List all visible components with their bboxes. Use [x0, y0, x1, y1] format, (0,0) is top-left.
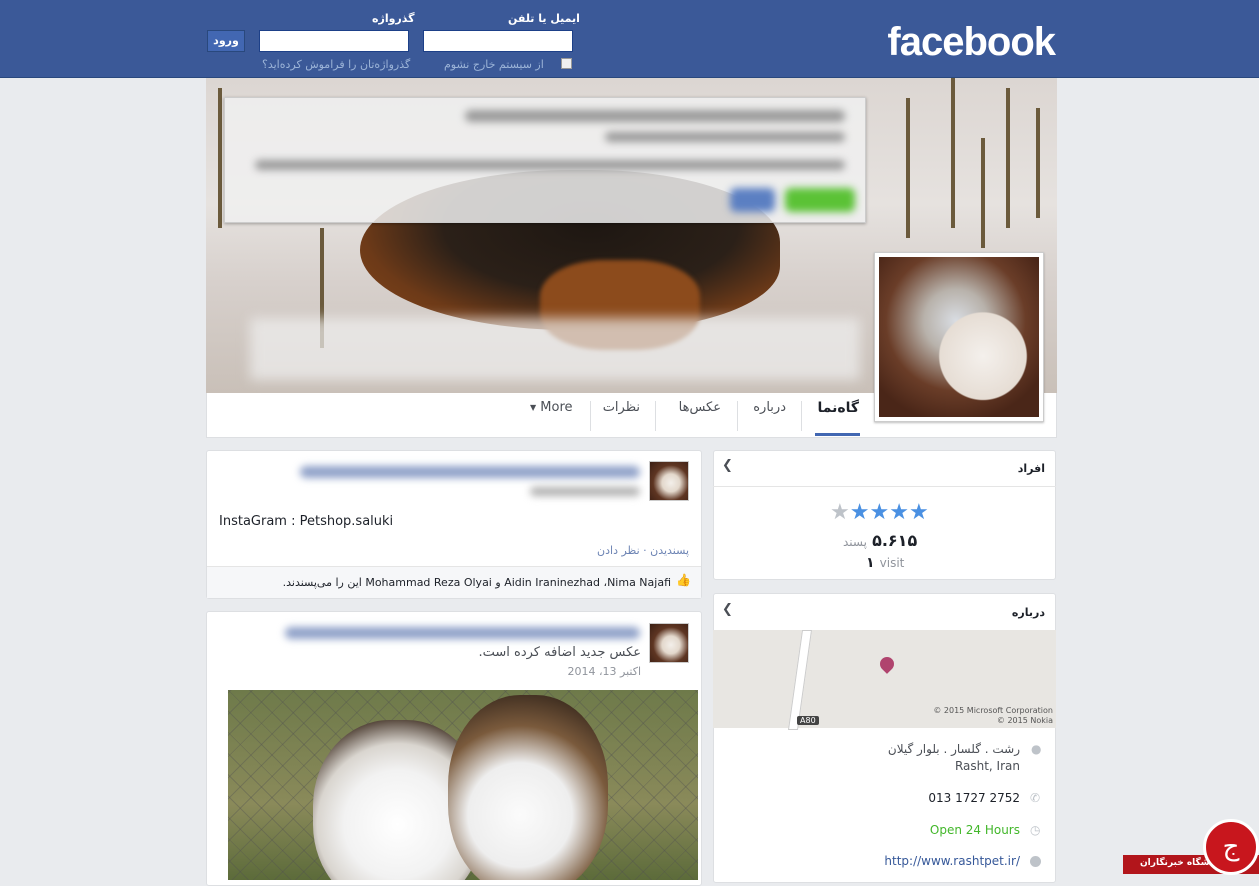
likes-label: پسند: [843, 535, 867, 549]
hours-text: Open 24 Hours: [929, 823, 1020, 837]
keep-logged-in-label: از سیستم خارج نشوم: [444, 58, 544, 71]
email-input[interactable]: [423, 30, 573, 52]
globe-icon: [1030, 856, 1041, 867]
password-input[interactable]: [259, 30, 409, 52]
tab-divider: [655, 401, 656, 431]
phone-icon: ✆: [1030, 791, 1041, 805]
post-action-text: عکس جدید اضافه کرده است.: [478, 645, 642, 660]
star-icon: ★: [869, 500, 890, 525]
watermark-text: باشگاه خبرنگاران: [1140, 858, 1217, 868]
password-label: گذرواژه: [372, 12, 415, 25]
active-tab-indicator: [815, 433, 860, 436]
blurred-overlay: [250, 318, 860, 380]
tab-divider: [590, 401, 591, 431]
facebook-logo[interactable]: facebook: [887, 20, 1056, 65]
blurred-author-name: [300, 466, 640, 478]
blurred-post-date: [530, 487, 640, 496]
profile-picture[interactable]: [874, 252, 1044, 422]
post-author-avatar[interactable]: [649, 623, 689, 663]
address-line: رشت . گلسار . بلوار گیلان: [887, 742, 1020, 756]
top-navbar: [0, 0, 1259, 78]
login-button[interactable]: ورود: [207, 30, 245, 52]
tab-more-label: More: [540, 400, 573, 415]
card-divider: [713, 486, 1056, 487]
tab-divider: [801, 401, 802, 431]
thumbs-up-icon: 👍: [676, 573, 691, 587]
website-link[interactable]: http://www.rashtpet.ir/: [884, 854, 1020, 868]
tab-about[interactable]: درباره: [753, 400, 786, 415]
post-actions[interactable]: پسندیدن · نظر دادن: [597, 544, 689, 557]
chevron-left-icon[interactable]: ❮: [722, 602, 733, 617]
tab-photos[interactable]: عکس‌ها: [679, 400, 721, 415]
address-city: Rasht, Iran: [954, 759, 1020, 773]
about-card-title: درباره: [1011, 606, 1045, 619]
rating-stars: ★★★★★: [830, 502, 929, 524]
star-icon: ★: [889, 500, 909, 525]
likers-text[interactable]: Aidin Iraninezhad ،Nima Najafi و Mohamma…: [283, 576, 671, 589]
blurred-author-name: [285, 627, 640, 639]
map-credit: © 2015 Microsoft Corporation: [933, 706, 1053, 715]
people-card-title: افراد: [1017, 462, 1045, 475]
chevron-left-icon[interactable]: ❮: [722, 458, 733, 473]
caret-down-icon: ▼: [530, 403, 537, 412]
tab-divider: [737, 401, 738, 431]
post-photo[interactable]: [228, 690, 698, 880]
road-label: A80: [797, 716, 819, 725]
likes-line: ۵.۶۱۵ پسند: [843, 531, 925, 550]
blurred-notice-box: [224, 97, 866, 223]
post-date[interactable]: اکتبر 13، 2014: [567, 665, 641, 678]
watermark-logo: ج: [1203, 819, 1259, 875]
visits-label: visit: [879, 556, 905, 570]
visits-count: ۱: [866, 555, 875, 571]
star-empty-icon: ★: [830, 500, 850, 525]
phone-number: 013 1727 2752: [928, 791, 1020, 805]
tab-more[interactable]: ▼ More: [530, 400, 573, 415]
post-text: InstaGram : Petshop.saluki: [219, 514, 394, 529]
visits-line: ۱ visit: [866, 552, 904, 571]
post-author-avatar[interactable]: [649, 461, 689, 501]
location-pin-icon: ●: [1031, 742, 1042, 756]
email-label: ایمیل یا تلفن: [508, 12, 580, 25]
clock-icon: ◷: [1030, 823, 1041, 837]
husky-image: [879, 257, 1039, 417]
tab-timeline[interactable]: گاه‌نما: [817, 400, 859, 416]
star-icon: ★: [849, 500, 870, 525]
likes-count: ۵.۶۱۵: [872, 531, 918, 550]
tab-reviews[interactable]: نظرات: [603, 400, 640, 415]
forgot-password-link[interactable]: گذرواژه‌تان را فراموش کرده‌اید؟: [262, 58, 410, 71]
map-credit: © 2015 Nokia: [996, 716, 1053, 725]
star-icon: ★: [908, 500, 929, 525]
keep-logged-in-checkbox[interactable]: [561, 58, 572, 69]
